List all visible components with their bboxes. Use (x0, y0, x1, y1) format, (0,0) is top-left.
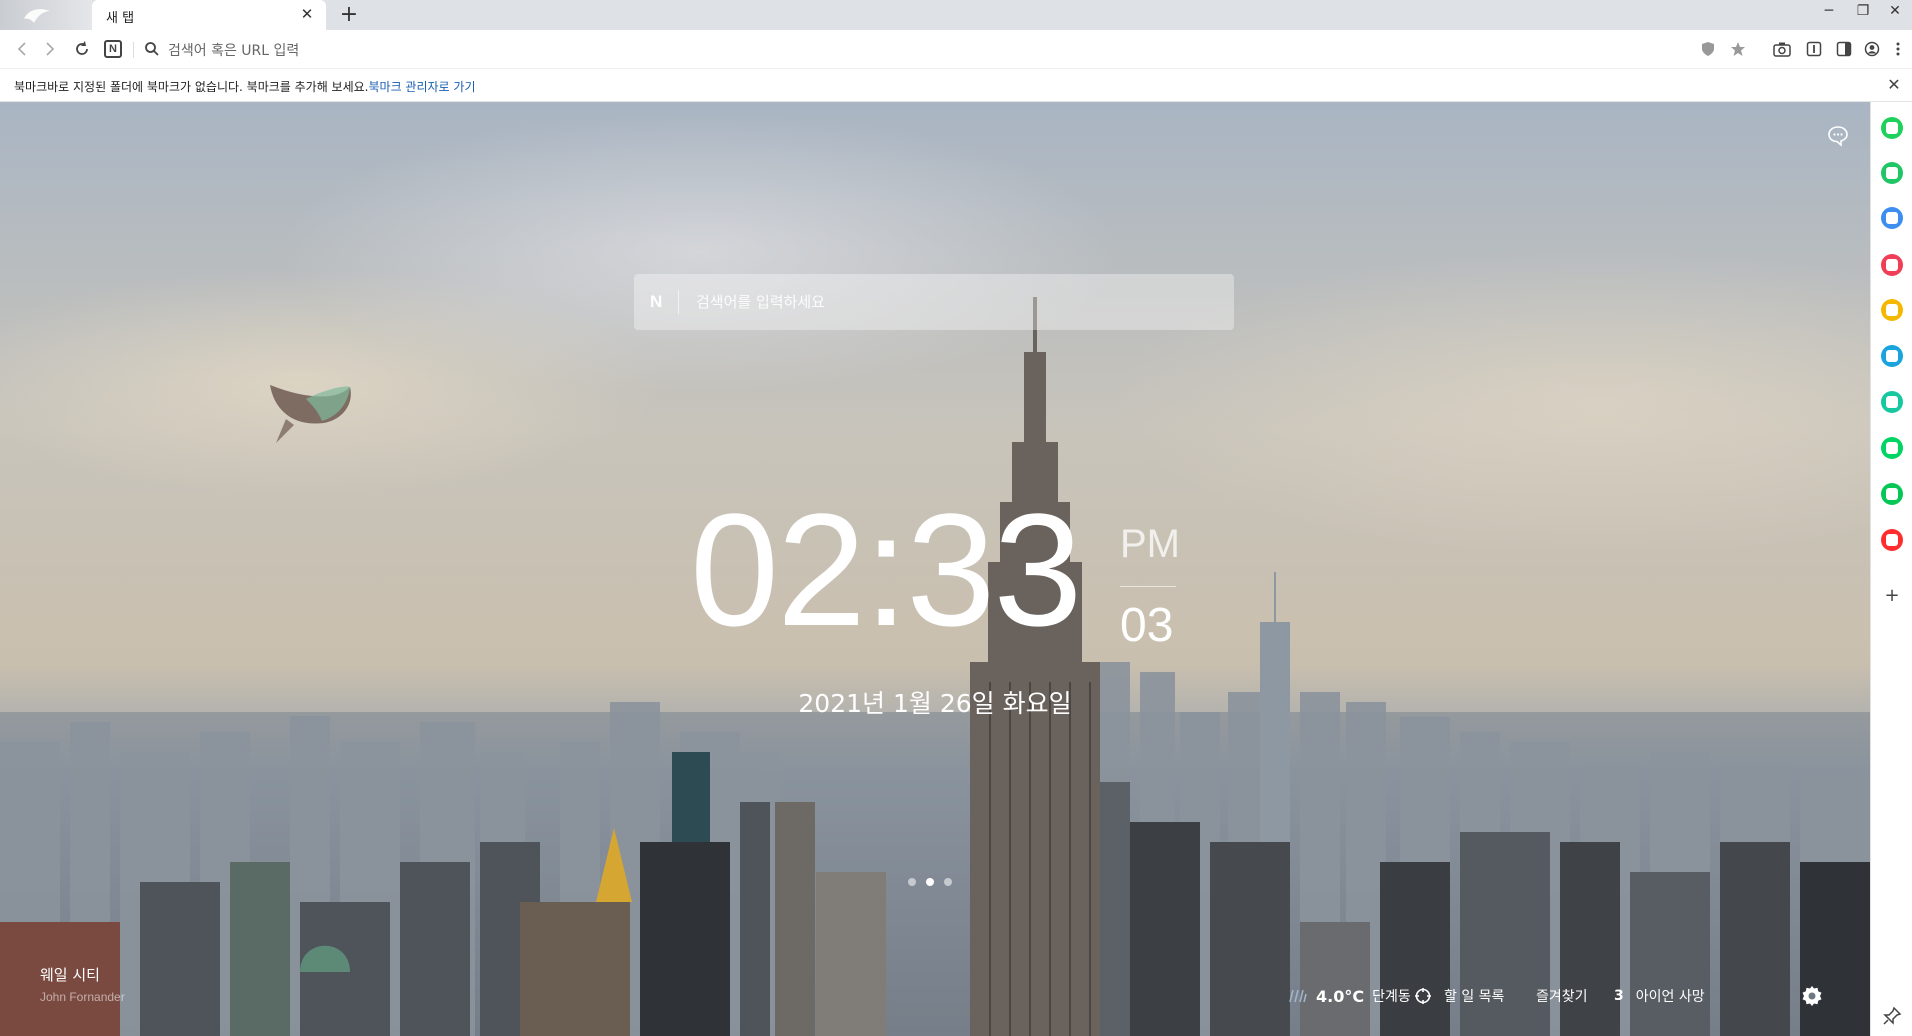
reload-button[interactable] (70, 37, 94, 61)
camera-icon[interactable] (1772, 39, 1792, 59)
back-arrow-icon (17, 42, 26, 56)
toolbar-divider (133, 42, 134, 58)
pin-icon[interactable] (1882, 1006, 1902, 1026)
reader-mode-icon[interactable] (1804, 39, 1824, 59)
sidebar-play-icon[interactable] (1881, 391, 1903, 413)
sidebar-webtoon-icon[interactable] (1881, 437, 1903, 459)
sidebar-now-icon[interactable] (1881, 529, 1903, 551)
whale-mascot-icon (270, 385, 351, 443)
tab-strip: 새 탭 ✕ + ─ ❐ ✕ (0, 0, 1912, 30)
weather-temp: 4.0°C (1316, 986, 1365, 1006)
bookmark-empty-text: 북마크바로 지정된 폴더에 북마크가 없습니다. 북마크를 추가해 보세요. (14, 80, 369, 94)
sidebar-edge-icon[interactable] (1881, 345, 1903, 367)
todo-label: 할 일 목록 (1444, 989, 1505, 1005)
favorites-widget[interactable]: 즐겨찾기 (1536, 984, 1588, 1008)
settings-gear-icon[interactable] (1800, 984, 1824, 1008)
clock-date: 2021년 1월 26일 화요일 (798, 689, 1072, 718)
profile-count: 3 (1614, 988, 1624, 1004)
rain-icon (1289, 989, 1307, 1003)
sidebar-pocket-glyph (1886, 259, 1898, 271)
new-tab-page: N 02:33 PM 03 2021년 1월 26일 화요일 웨일 시티 Joh… (0, 102, 1870, 1036)
search-divider (678, 290, 679, 314)
sidebar-toggle-icon[interactable] (1834, 39, 1854, 59)
profile-widget[interactable]: 3 아이언 사망 (1614, 984, 1705, 1008)
weather-location: 단계동 (1372, 989, 1411, 1005)
bookmark-bar-close-button[interactable]: ✕ (1884, 75, 1904, 94)
whale-logo[interactable] (0, 0, 92, 30)
restore-button[interactable]: ❐ (1846, 0, 1880, 24)
sidebar: + (1870, 102, 1912, 1036)
bookmark-manager-link[interactable]: 북마크 관리자로 가기 (369, 80, 476, 94)
toolbar: N 검색어 혹은 URL 입력 (0, 30, 1912, 68)
bookmark-star-icon[interactable] (1728, 39, 1748, 59)
slide-dot[interactable] (926, 878, 934, 886)
chat-bubble-icon[interactable] (1826, 124, 1850, 148)
site-badge[interactable]: N (104, 40, 122, 58)
profile-label: 아이언 사망 (1635, 989, 1705, 1005)
forward-button[interactable] (38, 37, 62, 61)
slide-dot[interactable] (944, 878, 952, 886)
clock-time: 02:33 (690, 480, 1082, 659)
menu-icon[interactable] (1888, 39, 1908, 59)
tab-title: 새 탭 (106, 11, 135, 26)
sidebar-calendar-icon[interactable] (1881, 207, 1903, 229)
forward-arrow-icon (46, 42, 55, 56)
sidebar-talk-glyph (1886, 167, 1898, 179)
sidebar-play-glyph (1886, 396, 1898, 408)
clock-divider (1120, 586, 1176, 587)
favorites-label: 즐겨찾기 (1536, 989, 1588, 1005)
slide-indicator (908, 878, 952, 886)
sidebar-line-glyph (1886, 488, 1898, 500)
bookmark-bar-message: 북마크바로 지정된 폴더에 북마크가 없습니다. 북마크를 추가해 보세요.북마… (14, 78, 476, 95)
back-button[interactable] (10, 37, 34, 61)
whale-logo-icon (24, 9, 50, 23)
shield-icon[interactable] (1698, 39, 1718, 59)
sidebar-now-glyph (1886, 534, 1898, 546)
search-box[interactable]: N (634, 274, 1234, 330)
sidebar-green-circle-icon[interactable] (1881, 117, 1903, 139)
naver-search-icon: N (650, 292, 663, 311)
bookmark-bar: 북마크바로 지정된 폴더에 북마크가 없습니다. 북마크를 추가해 보세요.북마… (0, 68, 1912, 102)
tab-close-button[interactable]: ✕ (298, 5, 316, 23)
sidebar-star-icon[interactable] (1881, 299, 1903, 321)
minimize-button[interactable]: ─ (1812, 0, 1846, 24)
sidebar-green-circle-glyph (1886, 122, 1898, 134)
sidebar-talk-icon[interactable] (1881, 162, 1903, 184)
clock-ampm: PM (1120, 522, 1180, 566)
search-input[interactable] (696, 274, 1216, 330)
sidebar-star-glyph (1886, 304, 1898, 316)
wallpaper-title[interactable]: 웨일 시티 (40, 964, 100, 985)
todo-widget[interactable]: 할 일 목록 (1414, 984, 1504, 1008)
sidebar-add-button[interactable]: + (1881, 585, 1903, 607)
weather-widget[interactable]: 4.0°C 단계동 (1288, 984, 1411, 1008)
profile-icon[interactable] (1862, 39, 1882, 59)
wallpaper-author: John Fornander (40, 990, 125, 1004)
target-icon (1415, 988, 1431, 1004)
sidebar-line-icon[interactable] (1881, 483, 1903, 505)
tab-new-tab[interactable]: 새 탭 ✕ (92, 0, 326, 30)
address-search-icon (140, 37, 164, 61)
sidebar-edge-glyph (1886, 350, 1898, 362)
clock-seconds: 03 (1120, 599, 1174, 652)
reload-icon (76, 41, 88, 55)
window-close-button[interactable]: ✕ (1878, 0, 1912, 24)
new-tab-button[interactable]: + (336, 2, 362, 28)
sidebar-calendar-glyph (1886, 212, 1898, 224)
sidebar-webtoon-glyph (1886, 442, 1898, 454)
slide-dot[interactable] (908, 878, 916, 886)
sidebar-pocket-icon[interactable] (1881, 254, 1903, 276)
address-bar[interactable]: 검색어 혹은 URL 입력 (168, 40, 299, 60)
